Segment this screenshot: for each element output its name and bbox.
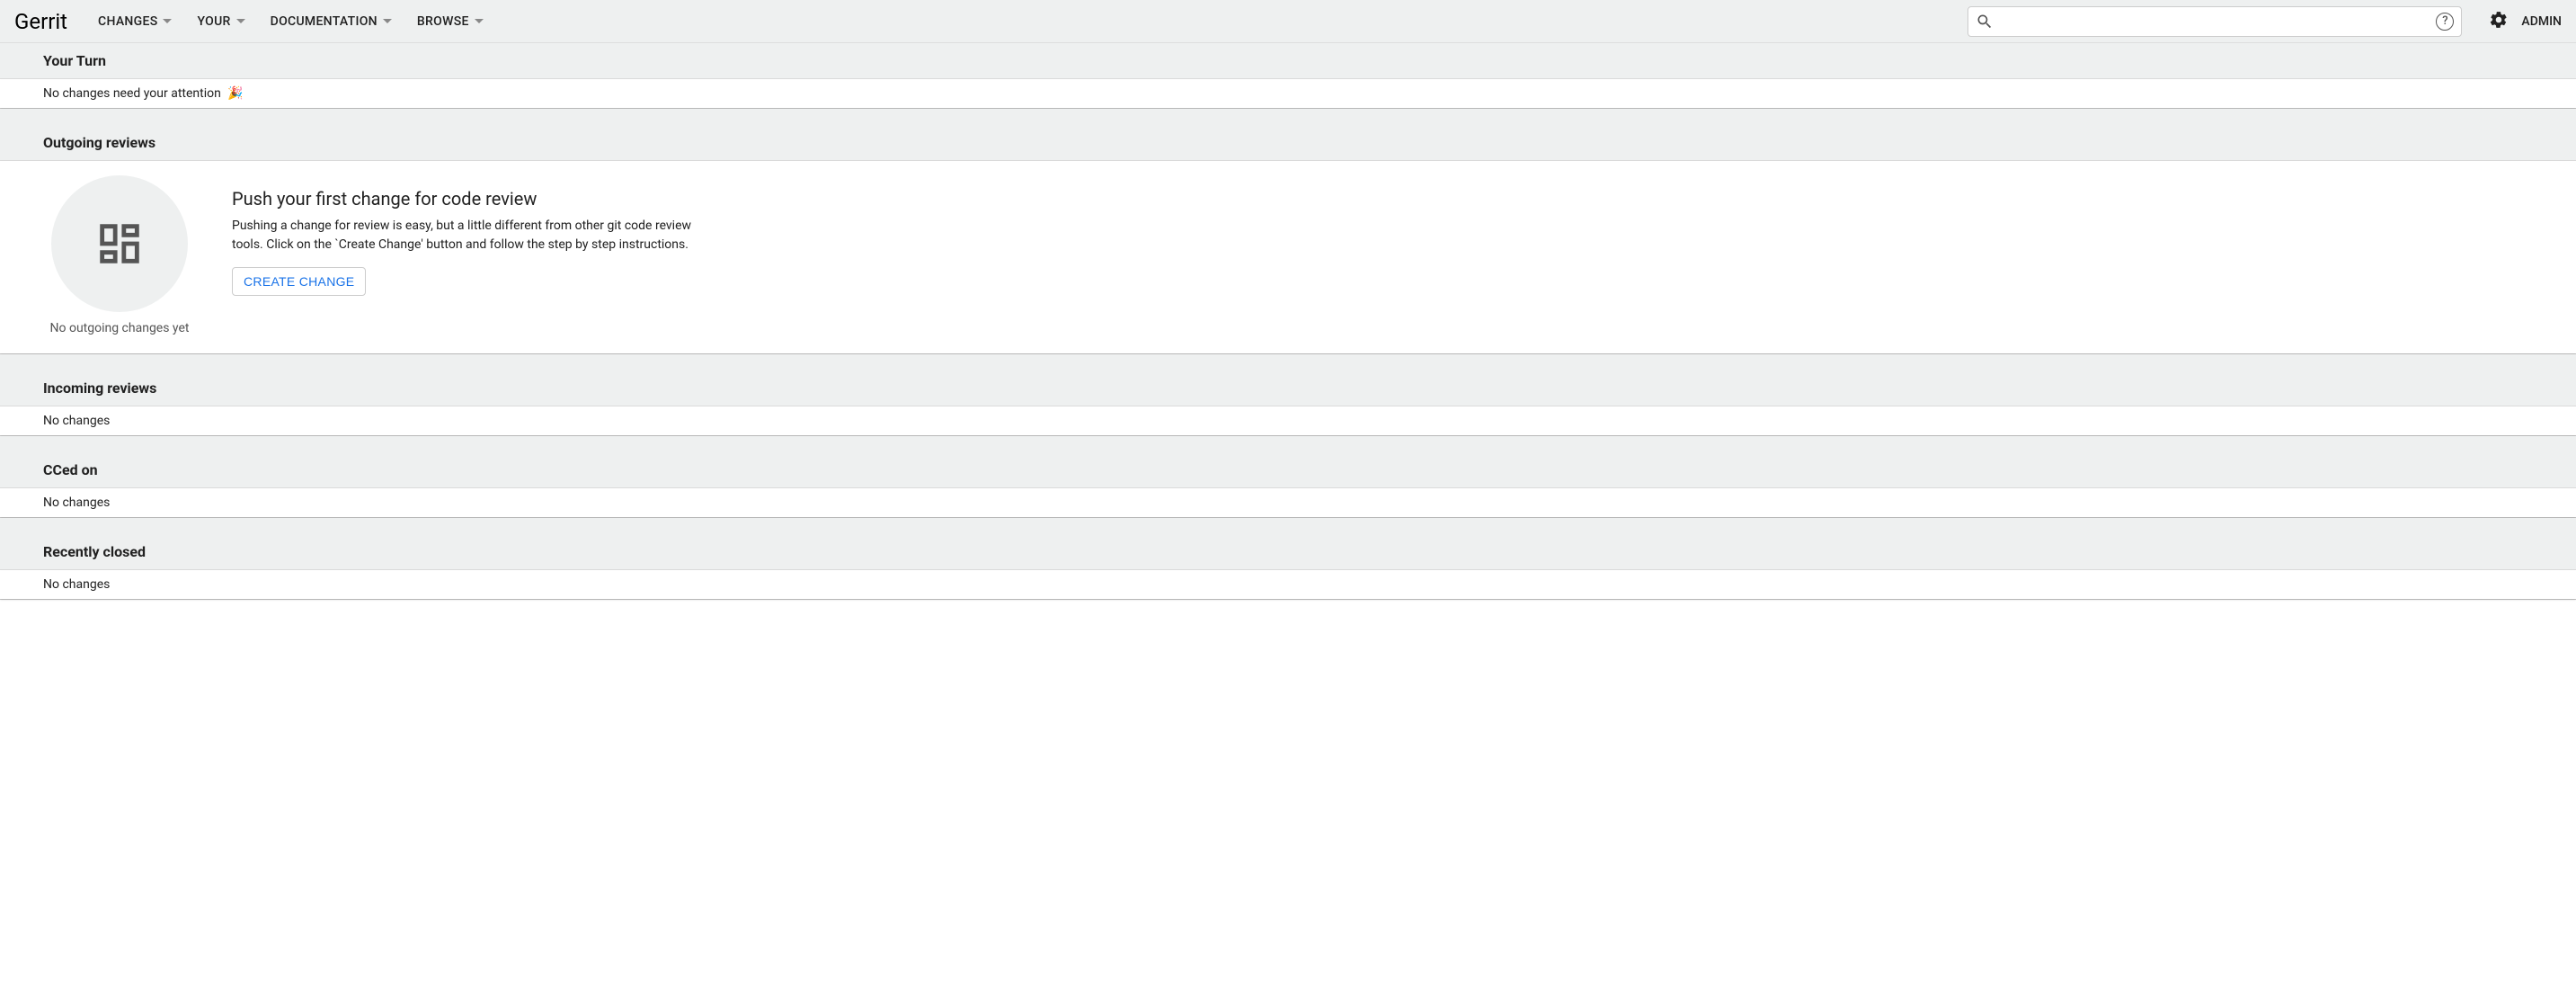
user-menu[interactable]: ADMIN [2521, 14, 2562, 29]
recent-message: No changes [43, 577, 110, 592]
nav-label: BROWSE [417, 14, 469, 29]
empty-title: Push your first change for code review [232, 188, 717, 210]
nav-label: CHANGES [98, 14, 157, 29]
nav-label: DOCUMENTATION [271, 14, 378, 29]
section-body: No changes [0, 570, 2576, 599]
section-header: Outgoing reviews [0, 125, 2576, 161]
empty-state-text: Push your first change for code review P… [232, 175, 717, 296]
nav-documentation[interactable]: DOCUMENTATION [258, 0, 404, 43]
empty-state-graphic: No outgoing changes yet [43, 175, 196, 335]
nav-your[interactable]: YOUR [184, 0, 257, 43]
section-body: No changes [0, 406, 2576, 435]
empty-caption: No outgoing changes yet [50, 321, 190, 335]
section-body: No changes [0, 488, 2576, 517]
section-body: No outgoing changes yet Push your first … [0, 161, 2576, 353]
search-icon [1976, 13, 1994, 31]
section-recent: Recently closed No changes [0, 534, 2576, 600]
section-your-turn: Your Turn No changes need your attention… [0, 43, 2576, 109]
empty-circle [51, 175, 188, 312]
search-input[interactable] [1994, 14, 2436, 29]
chevron-down-icon [475, 19, 484, 23]
cced-message: No changes [43, 495, 110, 510]
section-incoming: Incoming reviews No changes [0, 370, 2576, 436]
help-icon[interactable]: ? [2436, 13, 2454, 31]
section-body: No changes need your attention 🎉 [0, 79, 2576, 108]
your-turn-message: No changes need your attention [43, 86, 221, 101]
empty-description: Pushing a change for review is easy, but… [232, 217, 717, 254]
app-logo[interactable]: Gerrit [14, 9, 67, 34]
section-outgoing: Outgoing reviews No outgoing changes yet… [0, 125, 2576, 354]
incoming-message: No changes [43, 414, 110, 428]
nav-menu: CHANGES YOUR DOCUMENTATION BROWSE [85, 0, 496, 43]
section-header: Incoming reviews [0, 370, 2576, 406]
chevron-down-icon [383, 19, 392, 23]
section-header: Recently closed [0, 534, 2576, 570]
dashboard-icon [93, 218, 146, 270]
search-box[interactable]: ? [1968, 6, 2462, 37]
top-bar: Gerrit CHANGES YOUR DOCUMENTATION BROWSE… [0, 0, 2576, 43]
chevron-down-icon [163, 19, 172, 23]
gear-icon[interactable] [2489, 10, 2509, 33]
chevron-down-icon [236, 19, 245, 23]
celebrate-icon: 🎉 [227, 86, 243, 101]
create-change-button[interactable]: CREATE CHANGE [232, 267, 366, 296]
nav-changes[interactable]: CHANGES [85, 0, 184, 43]
section-header: Your Turn [0, 43, 2576, 79]
nav-label: YOUR [197, 14, 230, 29]
section-header: CCed on [0, 452, 2576, 488]
section-cced: CCed on No changes [0, 452, 2576, 518]
nav-browse[interactable]: BROWSE [404, 0, 496, 43]
